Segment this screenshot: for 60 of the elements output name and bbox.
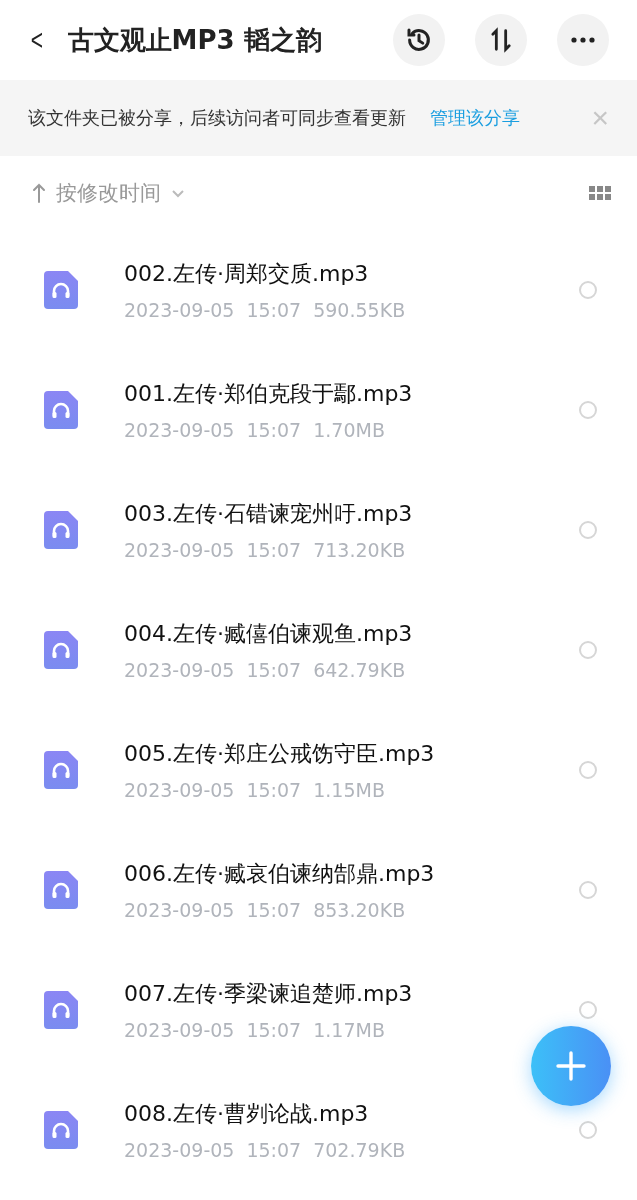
file-name[interactable]: 003.左传·石错谏宠州吁.mp3 [124,499,579,529]
audio-file-icon [44,871,78,909]
more-icon [570,36,596,44]
file-time: 15:07 [246,1139,302,1161]
file-time: 15:07 [246,779,302,801]
audio-file-icon [44,511,78,549]
file-size: 713.20KB [313,539,406,561]
select-checkbox[interactable] [579,521,597,539]
file-date: 2023-09-05 [124,779,235,801]
file-name[interactable]: 001.左传·郑伯克段于鄢.mp3 [124,379,579,409]
grid-view-icon[interactable] [589,186,611,200]
file-date: 2023-09-05 [124,419,235,441]
file-time: 15:07 [246,419,302,441]
select-checkbox[interactable] [579,761,597,779]
file-time: 15:07 [246,539,302,561]
more-button[interactable] [557,14,609,66]
file-size: 1.17MB [313,1019,385,1041]
file-name[interactable]: 007.左传·季梁谏追楚师.mp3 [124,979,579,1009]
file-date: 2023-09-05 [124,1019,235,1041]
file-name[interactable]: 002.左传·周郑交质.mp3 [124,259,579,289]
audio-file-icon [44,271,78,309]
history-button[interactable] [393,14,445,66]
back-button[interactable]: < [30,23,53,57]
select-checkbox[interactable] [579,881,597,899]
select-checkbox[interactable] [579,281,597,299]
up-arrow-icon [32,183,46,203]
audio-file-icon [44,991,78,1029]
file-date: 2023-09-05 [124,299,235,321]
file-time: 15:07 [246,299,302,321]
audio-file-icon [44,391,78,429]
share-message: 该文件夹已被分享，后续访问者可同步查看更新 [28,106,406,130]
folder-title: 古文观止MP3 韬之韵 [67,23,323,57]
audio-file-icon [44,631,78,669]
file-date: 2023-09-05 [124,659,235,681]
file-time: 15:07 [246,659,302,681]
file-time: 15:07 [246,899,302,921]
file-name[interactable]: 008.左传·曹刿论战.mp3 [124,1099,579,1129]
caret-icon [171,188,185,198]
file-size: 853.20KB [313,899,406,921]
file-date: 2023-09-05 [124,539,235,561]
file-time: 15:07 [246,1019,302,1041]
select-checkbox[interactable] [579,1121,597,1139]
plus-icon [556,1051,586,1081]
audio-file-icon [44,1111,78,1149]
select-checkbox[interactable] [579,1001,597,1019]
file-size: 1.70MB [313,419,385,441]
file-date: 2023-09-05 [124,1139,235,1161]
sort-button[interactable] [475,14,527,66]
file-size: 1.15MB [313,779,385,801]
file-size: 642.79KB [313,659,406,681]
file-size: 702.79KB [313,1139,406,1161]
audio-file-icon [44,751,78,789]
select-checkbox[interactable] [579,641,597,659]
add-button[interactable] [531,1026,611,1106]
select-checkbox[interactable] [579,401,597,419]
file-name[interactable]: 004.左传·臧僖伯谏观鱼.mp3 [124,619,579,649]
file-name[interactable]: 005.左传·郑庄公戒饬守臣.mp3 [124,739,579,769]
file-date: 2023-09-05 [124,899,235,921]
file-size: 590.55KB [313,299,406,321]
file-name[interactable]: 006.左传·臧哀伯谏纳郜鼎.mp3 [124,859,579,889]
